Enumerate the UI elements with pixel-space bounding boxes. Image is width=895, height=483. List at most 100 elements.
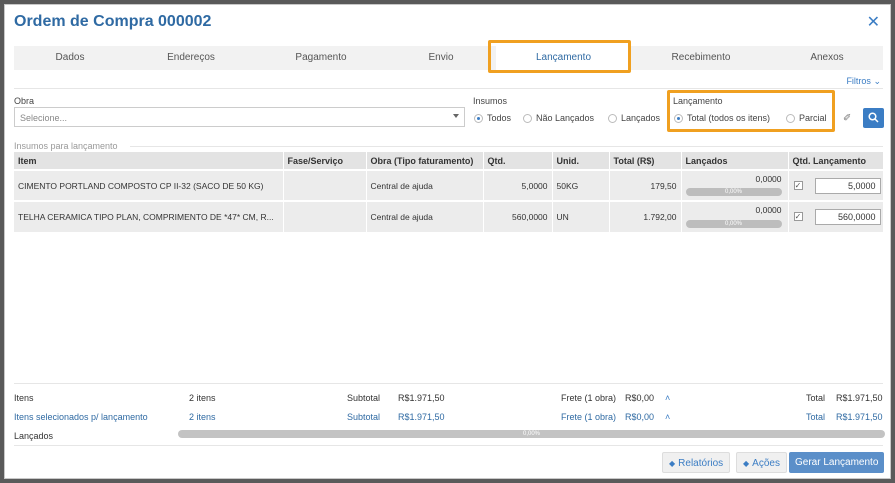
qtd-cell: 5,0000 [483, 169, 553, 201]
insumos-label: Insumos [473, 96, 508, 106]
qtd-cell: 560,0000 [483, 200, 553, 232]
divider [130, 146, 883, 147]
radio-label: Parcial [799, 113, 827, 123]
chevron-down-icon: ⌄ [873, 76, 881, 86]
filtros-label: Filtros [846, 76, 871, 86]
qtd-lancamento-input[interactable]: 5,0000 [814, 178, 881, 194]
lancados-value: 0,0000 [755, 205, 782, 215]
divider [14, 88, 883, 89]
subtotal-label: Subtotal [347, 393, 381, 403]
radio-checked-icon [674, 113, 683, 123]
itens-label: Itens [14, 393, 34, 403]
insumos-radio-lancados[interactable]: Lançados [608, 113, 660, 123]
tab-anexos[interactable]: Anexos [771, 46, 883, 70]
search-button[interactable] [863, 108, 884, 128]
unid-cell: UN [552, 200, 610, 232]
radio-label: Todos [487, 113, 512, 123]
frete-value: R$0,00 [625, 393, 655, 403]
lancados-cell: 0,0000 0,00% [681, 169, 789, 201]
unid-cell: 50KG [552, 169, 610, 201]
tab-enderecos[interactable]: Endereços [126, 46, 256, 70]
radio-label: Não Lançados [536, 113, 595, 123]
chevron-up-icon[interactable]: ˄ [665, 393, 670, 403]
acoes-button[interactable]: ◆ Ações [736, 452, 787, 473]
sel-subtotal-label: Subtotal [347, 412, 381, 422]
relatorios-button[interactable]: ◆ Relatórios [662, 452, 731, 473]
col-header[interactable]: Obra (Tipo faturamento) [366, 152, 484, 170]
checkbox-checked-icon[interactable]: ✓ [793, 181, 803, 190]
table-header-row: Item Fase/Serviço Obra (Tipo faturamento… [14, 152, 884, 170]
lancados-progress-bar: 0,00% [685, 220, 782, 228]
col-header[interactable]: Total (R$) [609, 152, 682, 170]
divider [14, 383, 883, 384]
table-row[interactable]: CIMENTO PORTLAND COMPOSTO CP II-32 (SACO… [14, 169, 884, 201]
total-cell: 179,50 [609, 169, 682, 201]
modal-title: Ordem de Compra 000002 [14, 13, 212, 30]
obra-cell: Central de ajuda [366, 169, 484, 201]
col-header[interactable]: Fase/Serviço [283, 152, 367, 170]
fase-cell [283, 169, 367, 201]
radio-label: Lançados [621, 113, 661, 123]
radio-unchecked-icon [523, 113, 532, 123]
fase-cell [283, 200, 367, 232]
col-header[interactable]: Qtd. [483, 152, 553, 170]
purchase-order-modal: Ordem de Compra 000002 ✕ Dados Endereços… [4, 4, 891, 479]
lancados-progress-bar: 0,00% [685, 188, 782, 196]
lancamento-radio-parcial[interactable]: Parcial [786, 113, 827, 123]
sel-frete-value: R$0,00 [625, 412, 655, 422]
frete-label: Frete (1 obra) [561, 393, 617, 403]
qtd-lancamento-cell: ✓ 560,0000 [788, 200, 884, 232]
sel-frete-label: Frete (1 obra) [561, 412, 617, 422]
divider [14, 445, 883, 446]
lancamento-label: Lançamento [673, 96, 723, 106]
tab-envio[interactable]: Envio [386, 46, 496, 70]
col-header[interactable]: Item [14, 152, 284, 170]
obra-label: Obra [14, 96, 35, 106]
itens-count: 2 itens [189, 393, 216, 403]
checkbox-checked-icon[interactable]: ✓ [793, 212, 803, 221]
eraser-icon[interactable]: ✐ [843, 113, 851, 124]
obra-placeholder: Selecione... [20, 113, 68, 123]
qtd-lancamento-input[interactable]: 560,0000 [814, 209, 881, 225]
table-row[interactable]: TELHA CERAMICA TIPO PLAN, COMPRIMENTO DE… [14, 200, 884, 232]
obra-select[interactable]: Selecione... [14, 107, 465, 127]
col-header[interactable]: Unid. [552, 152, 610, 170]
caret-down-icon [453, 114, 459, 118]
insumos-radio-nao-lancados[interactable]: Não Lançados [523, 113, 594, 123]
sel-subtotal-value: R$1.971,50 [398, 412, 445, 422]
radio-unchecked-icon [786, 113, 795, 123]
lancados-total-progress-bar: 0,00% [178, 430, 885, 438]
radio-label: Total (todos os itens) [687, 113, 771, 123]
filtros-toggle[interactable]: Filtros ⌄ [846, 76, 881, 87]
subtotal-value: R$1.971,50 [398, 393, 445, 403]
sel-total-label: Total [806, 412, 826, 422]
lancados-cell: 0,0000 0,00% [681, 200, 789, 232]
radio-checked-icon [474, 113, 483, 123]
relatorios-label: Relatórios [678, 458, 724, 469]
insumos-table: Item Fase/Serviço Obra (Tipo faturamento… [14, 152, 884, 232]
insumos-radio-todos[interactable]: Todos [474, 113, 511, 123]
obra-cell: Central de ajuda [366, 200, 484, 232]
total-label: Total [806, 393, 826, 403]
search-icon [868, 112, 879, 123]
tab-dados[interactable]: Dados [14, 46, 126, 70]
lancados-value: 0,0000 [755, 174, 782, 184]
item-cell: CIMENTO PORTLAND COMPOSTO CP II-32 (SACO… [14, 169, 284, 201]
tab-lancamento[interactable]: Lançamento [496, 46, 631, 70]
close-icon[interactable]: ✕ [867, 12, 880, 32]
chevron-up-icon[interactable]: ˄ [665, 412, 670, 422]
qtd-lancamento-cell: ✓ 5,0000 [788, 169, 884, 201]
tab-recebimento[interactable]: Recebimento [631, 46, 771, 70]
tab-pagamento[interactable]: Pagamento [256, 46, 386, 70]
col-header[interactable]: Qtd. Lançamento [788, 152, 884, 170]
tag-icon: ◆ [743, 459, 750, 468]
acoes-label: Ações [752, 458, 780, 469]
total-cell: 1.792,00 [609, 200, 682, 232]
gerar-lancamento-button[interactable]: Gerar Lançamento [789, 452, 885, 473]
col-header[interactable]: Lançados [681, 152, 789, 170]
tag-icon: ◆ [669, 459, 676, 468]
selecionados-count: 2 itens [189, 412, 216, 422]
sel-total-value: R$1.971,50 [836, 412, 883, 422]
lancamento-radio-total[interactable]: Total (todos os itens) [674, 113, 770, 123]
lancados-label: Lançados [14, 431, 54, 441]
